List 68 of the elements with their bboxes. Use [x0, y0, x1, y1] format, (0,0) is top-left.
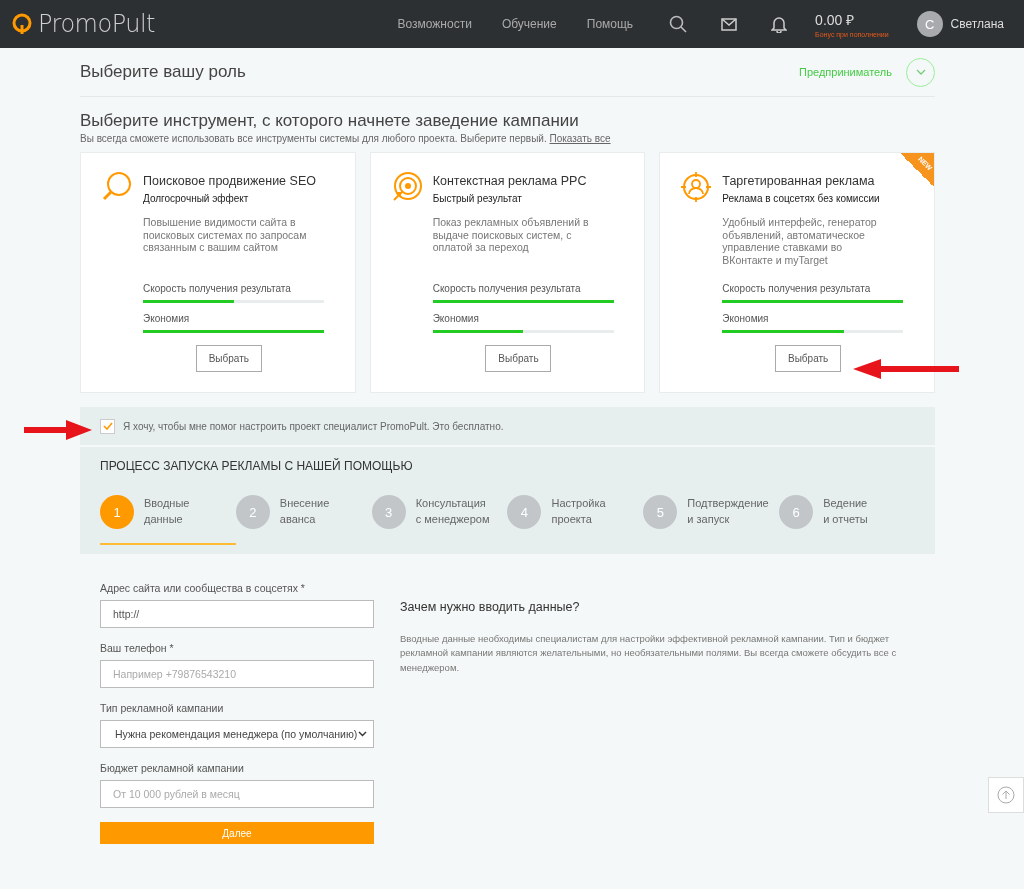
checkbox[interactable]	[100, 418, 115, 434]
search-icon[interactable]	[669, 15, 688, 33]
balance-amount[interactable]: 0.00 ₽	[815, 10, 889, 29]
choose-button[interactable]: Выбрать	[195, 345, 262, 372]
checkbox-label[interactable]: Я хочу, чтобы мне помог настроить проект специалист PromoPult. Это бесплатно.	[123, 420, 504, 432]
step-number: 1	[100, 495, 134, 529]
step-tab[interactable]: 2 Внесение аванса	[235, 493, 372, 545]
field-label: Бюджет рекламной кампании	[100, 762, 245, 774]
metric-label: Скорость получения результата	[432, 283, 582, 294]
user-name[interactable]: Светлана	[950, 17, 1004, 31]
card-subtitle: Быстрый результат	[432, 193, 523, 204]
card-description: Показ рекламных объявлений в выдаче поисковых систем, с оплатой за переход	[432, 216, 590, 254]
info-title: Зачем нужно вводить данные?	[400, 600, 581, 614]
step-tab[interactable]: 5 Подтверждение и запуск	[643, 493, 780, 545]
input-field[interactable]: От 10 000 рублей в месяц	[100, 780, 374, 808]
card-title: Таргетированная реклама	[722, 174, 876, 188]
step-label: Вводные данные	[144, 496, 190, 527]
card-subtitle: Долгосрочный эффект	[143, 193, 250, 204]
step-tab[interactable]: 4 Настройка проекта	[507, 493, 644, 545]
step-label: Внесение аванса	[279, 496, 330, 527]
step-number: 4	[507, 495, 542, 529]
step-tab[interactable]: 3 Консультация с менеджером	[371, 493, 508, 545]
card-description: Повышение видимости сайта в поисковых системах по запросам связанным с вашим сайтом	[143, 216, 308, 254]
chevron-down-icon	[358, 731, 367, 737]
metric-label: Экономия	[143, 313, 191, 324]
step-label: Консультация с менеджером	[415, 496, 490, 527]
step-number: 5	[643, 495, 678, 529]
bell-icon[interactable]	[771, 15, 788, 33]
magnifier-icon	[101, 171, 133, 203]
section-subtitle: Вы всегда сможете использовать все инструменты системы для любого проекта. Выберите первый.	[80, 133, 547, 144]
info-text: Вводные данные необходимы специалистам для настройки эффективной рекламной кампании. Тип и бюджет рекламной кампании являются желательными, но необязательными полями. Вы всегда сможете обсудить все с менеджером.	[400, 632, 898, 675]
input-field[interactable]: Например +79876543210	[100, 660, 374, 688]
field-label: Тип рекламной кампании	[100, 702, 225, 714]
field-label: Ваш телефон *	[100, 642, 175, 654]
metric-label: Скорость получения результата	[722, 283, 872, 294]
metric-label: Экономия	[722, 313, 770, 324]
step-label: Настройка проекта	[551, 496, 606, 527]
nav-link[interactable]: Обучение	[501, 17, 557, 31]
arrow-up-icon	[997, 786, 1015, 804]
metric-label: Экономия	[432, 313, 480, 324]
step-tab[interactable]: 6 Ведение и отчеты	[779, 493, 915, 545]
arrow-annotation	[24, 420, 92, 440]
field-label: Адрес сайта или сообщества в соцсетях *	[100, 582, 306, 594]
show-all-link[interactable]: Показать все	[549, 133, 611, 144]
step-label: Подтверждение и запуск	[687, 496, 769, 527]
choose-button[interactable]: Выбрать	[485, 345, 552, 372]
step-label: Ведение и отчеты	[823, 496, 868, 527]
process-title: ПРОЦЕСС ЗАПУСКА РЕКЛАМЫ С НАШЕЙ ПОМОЩЬЮ	[100, 457, 414, 473]
step-number: 6	[779, 495, 814, 529]
input-field[interactable]: http://	[100, 600, 374, 628]
card-title: Поисковое продвижение SEO	[143, 174, 316, 188]
person-target-icon	[680, 171, 713, 203]
nav-link[interactable]: Возможности	[397, 17, 472, 31]
step-tab[interactable]: 1 Вводные данные	[100, 493, 236, 545]
card-subtitle: Реклама в соцсетях без комиссии	[722, 193, 881, 204]
logo-text[interactable]: PromoPult	[38, 10, 155, 38]
logo-icon	[12, 13, 32, 35]
section-title: Выберите инструмент, с которого начнете заведение кампании	[80, 111, 580, 131]
step-number: 3	[371, 495, 406, 529]
nav-link[interactable]: Помощь	[586, 17, 634, 31]
section-title: Выберите вашу роль	[80, 62, 247, 82]
card-description: Удобный интерфейс, генератор объявлений, автоматическое управление ставками во ВКонтакте и myTarget	[722, 216, 878, 267]
metric-label: Скорость получения результата	[143, 283, 292, 294]
select-field[interactable]: Нужна рекомендация менеджера (по умолчанию)	[100, 720, 374, 748]
card-title: Контекстная реклама PPC	[432, 174, 588, 188]
choose-button[interactable]: Выбрать	[775, 345, 842, 372]
mail-icon[interactable]	[721, 17, 738, 31]
step-number: 2	[235, 495, 270, 529]
